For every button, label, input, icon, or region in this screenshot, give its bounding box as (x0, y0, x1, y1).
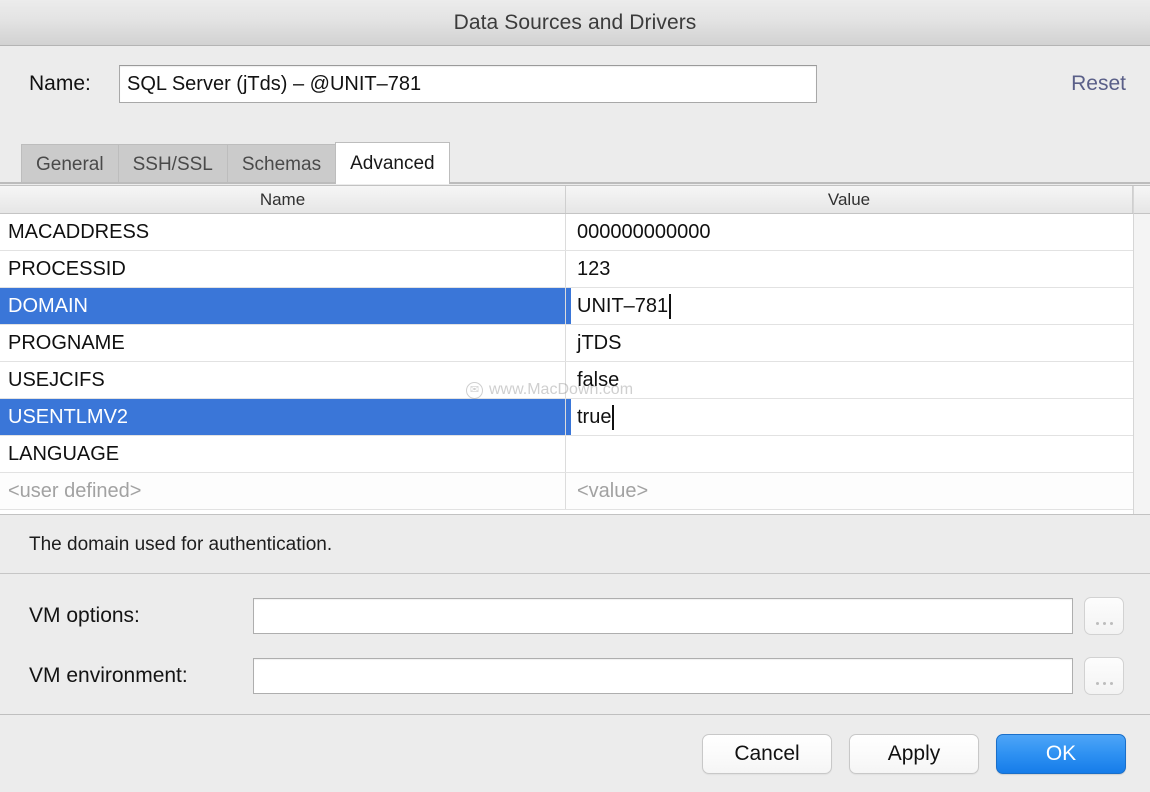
table-body: MACADDRESS 000000000000 PROCESSID 123 DOMAIN… (0, 214, 1150, 510)
vm-options-row: VM options: (29, 597, 1124, 635)
tab-ssh-ssl[interactable]: SSH/SSL (118, 144, 228, 184)
table-cell-name[interactable]: PROCESSID (0, 251, 566, 287)
table-cell-value[interactable]: jTDS (566, 325, 1133, 361)
table-row[interactable]: PROGNAME jTDS (0, 325, 1150, 362)
table-cell-value[interactable]: <value> (566, 473, 1133, 509)
data-source-name-input[interactable] (119, 65, 817, 103)
table-cell-name[interactable]: LANGUAGE (0, 436, 566, 472)
table-cell-value-text: jTDS (577, 332, 621, 355)
column-header-value[interactable]: Value (566, 186, 1133, 213)
table-cell-name[interactable]: USEJCIFS (0, 362, 566, 398)
table-cell-value-text: <value> (577, 480, 648, 503)
table-cell-value[interactable]: UNIT–781 (566, 288, 1133, 324)
ellipsis-dot-icon (1103, 682, 1106, 685)
window-titlebar: Data Sources and Drivers (0, 0, 1150, 46)
table-cell-name[interactable]: <user defined> (0, 473, 566, 509)
properties-table: Name Value MACADDRESS 000000000000 PROCESS… (0, 185, 1150, 515)
vm-environment-row: VM environment: (29, 657, 1124, 695)
ellipsis-dot-icon (1096, 682, 1099, 685)
name-label: Name: (29, 72, 119, 96)
table-cell-name[interactable]: USENTLMV2 (0, 399, 566, 435)
table-row[interactable]: LANGUAGE (0, 436, 1150, 473)
table-scrollbar-header-cap (1133, 186, 1150, 214)
reset-link[interactable]: Reset (1071, 72, 1126, 96)
table-vertical-scrollbar[interactable] (1133, 186, 1150, 514)
ellipsis-dot-icon (1096, 622, 1099, 625)
table-cell-value-text: UNIT–781 (577, 295, 668, 318)
table-header-row: Name Value (0, 186, 1150, 214)
table-row[interactable]: USENTLMV2 true (0, 399, 1150, 436)
table-cell-value[interactable]: 000000000000 (566, 214, 1133, 250)
text-caret (612, 405, 614, 430)
column-header-name[interactable]: Name (0, 186, 566, 213)
data-sources-dialog: Data Sources and Drivers Name: Reset Gen… (0, 0, 1150, 792)
vm-environment-label: VM environment: (29, 664, 253, 688)
vm-options-browse-button[interactable] (1084, 597, 1124, 635)
cancel-button[interactable]: Cancel (702, 734, 832, 774)
vm-options-input[interactable] (253, 598, 1073, 634)
window-title: Data Sources and Drivers (454, 11, 697, 35)
ellipsis-dot-icon (1110, 682, 1113, 685)
table-cell-value-text: 123 (577, 258, 610, 281)
table-cell-value-text: false (577, 369, 619, 392)
ok-button[interactable]: OK (996, 734, 1126, 774)
table-cell-value-text: 000000000000 (577, 221, 710, 244)
tab-strip: General SSH/SSL Schemas Advanced (21, 142, 449, 184)
ellipsis-dot-icon (1110, 622, 1113, 625)
text-caret (669, 294, 671, 319)
table-cell-value[interactable]: true (566, 399, 1133, 435)
tab-bar-underline (0, 182, 1150, 184)
table-row[interactable]: MACADDRESS 000000000000 (0, 214, 1150, 251)
tab-advanced[interactable]: Advanced (335, 142, 450, 184)
ellipsis-dot-icon (1103, 622, 1106, 625)
table-cell-name[interactable]: PROGNAME (0, 325, 566, 361)
table-cell-value[interactable]: 123 (566, 251, 1133, 287)
table-row[interactable]: <user defined> <value> (0, 473, 1150, 510)
tab-schemas[interactable]: Schemas (227, 144, 336, 184)
table-cell-value[interactable] (566, 436, 1133, 472)
table-cell-name[interactable]: DOMAIN (0, 288, 566, 324)
name-row: Name: Reset (0, 47, 1150, 121)
vm-settings-area: VM options: VM environment: (0, 575, 1150, 715)
vm-options-label: VM options: (29, 604, 253, 628)
table-cell-value[interactable]: false (566, 362, 1133, 398)
apply-button[interactable]: Apply (849, 734, 979, 774)
vm-environment-input[interactable] (253, 658, 1073, 694)
table-cell-name[interactable]: MACADDRESS (0, 214, 566, 250)
tab-general[interactable]: General (21, 144, 119, 184)
table-row[interactable]: USEJCIFS false (0, 362, 1150, 399)
table-row[interactable]: DOMAIN UNIT–781 (0, 288, 1150, 325)
property-description: The domain used for authentication. (0, 516, 1150, 574)
vm-environment-browse-button[interactable] (1084, 657, 1124, 695)
table-cell-value-text: true (577, 406, 611, 429)
dialog-button-bar: Cancel Apply OK (0, 716, 1150, 792)
table-row[interactable]: PROCESSID 123 (0, 251, 1150, 288)
tab-bar: General SSH/SSL Schemas Advanced (0, 126, 1150, 184)
